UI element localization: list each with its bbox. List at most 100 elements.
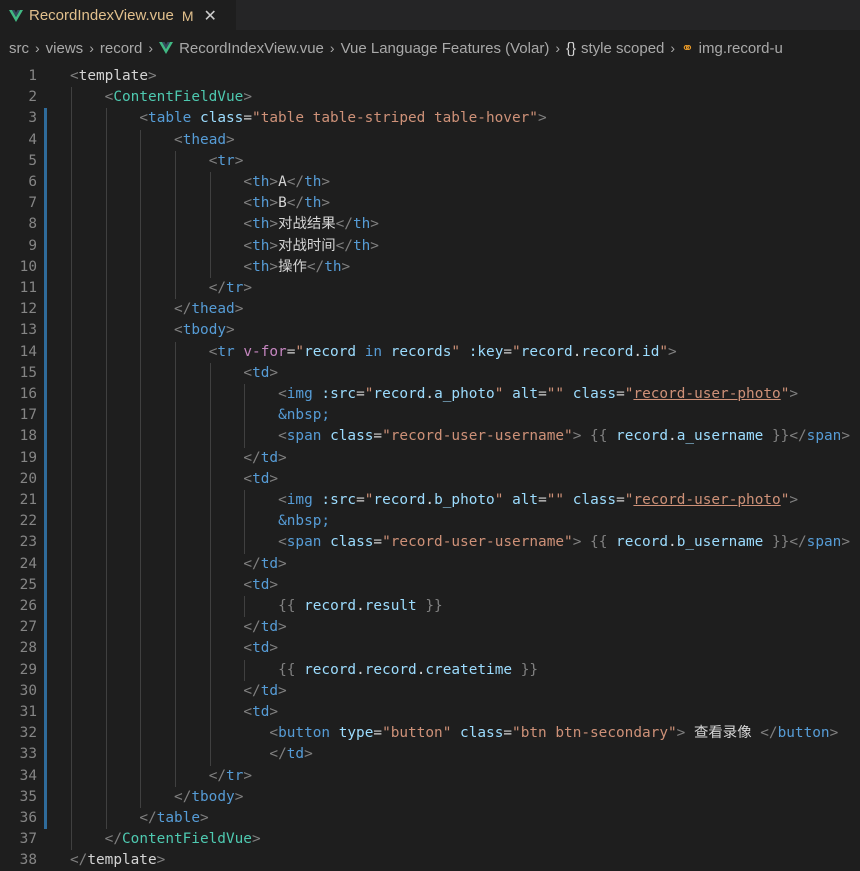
indent-guide (71, 362, 72, 384)
indent-guide (71, 786, 72, 808)
indent-guide (105, 511, 107, 533)
indent-guide (175, 150, 177, 172)
code-editor[interactable]: 1 <template> 2 <ContentFieldVue> 3 <table cla… (0, 66, 860, 868)
indent-guide (105, 299, 107, 321)
indent-guide (71, 617, 72, 639)
code-line[interactable]: 21 <img :src="record.b_photo" alt="" clas… (0, 490, 860, 512)
indent-guide (175, 235, 177, 257)
indent-guide (175, 256, 177, 278)
breadcrumb-item[interactable]: img.record-u (699, 40, 783, 57)
code-line[interactable]: 17 &nbsp; (0, 405, 860, 427)
indent-guide (140, 320, 142, 342)
line-number: 1 (28, 68, 37, 84)
indent-guide (71, 596, 72, 618)
indent-guide (209, 723, 211, 745)
code-line[interactable]: 32 <button type="button" class="btn btn-s… (0, 723, 860, 745)
code-line[interactable]: 23 <span class="record-user-username"> {{… (0, 532, 860, 554)
indent-guide (209, 384, 211, 406)
code-line[interactable]: 26 {{ record.result }} (0, 596, 860, 618)
code-line[interactable]: 5 <tr> (0, 150, 860, 172)
code-line[interactable]: 29 {{ record.record.createtime }} (0, 659, 860, 681)
code-line[interactable]: 8 <th>对战结果</th> (0, 214, 860, 236)
indent-guide (175, 659, 177, 681)
indent-guide (140, 235, 142, 257)
indent-guide (105, 596, 107, 618)
breadcrumb-item[interactable]: record (100, 40, 143, 57)
line-number: 30 (19, 682, 37, 699)
indent-guide (140, 638, 142, 660)
indent-guide (71, 278, 72, 300)
code-line[interactable]: 14 <tr v-for="record in records" :key="re… (0, 341, 860, 363)
indent-guide (209, 214, 211, 236)
indent-guide (209, 680, 211, 702)
code-text: <img :src="record.b_photo" alt="" class=… (278, 492, 799, 508)
code-line[interactable]: 19 </td> (0, 447, 860, 469)
code-line[interactable]: 3 <table class="table table-striped table… (0, 108, 860, 130)
indent-guide (71, 765, 72, 787)
code-line[interactable]: 22 &nbsp; (0, 511, 860, 533)
code-line[interactable]: 16 <img :src="record.a_photo" alt="" clas… (0, 384, 860, 406)
indent-guide (244, 405, 246, 427)
line-number: 36 (19, 810, 37, 826)
chevron-right-icon: › (35, 40, 40, 56)
indent-guide (71, 405, 72, 427)
breadcrumb-item[interactable]: Vue Language Features (Volar) (341, 40, 550, 57)
code-line[interactable]: 30 </td> (0, 680, 860, 702)
line-number: 35 (19, 788, 37, 805)
code-line[interactable]: 11 </tr> (0, 278, 860, 300)
code-line[interactable]: 15 <td> (0, 362, 860, 384)
code-line[interactable]: 27 </td> (0, 617, 860, 639)
code-text: <th>B</th> (243, 195, 331, 212)
indent-guide (105, 532, 107, 554)
braces-icon: {} (565, 39, 577, 57)
line-number: 10 (19, 258, 37, 275)
indent-guide (209, 596, 211, 618)
code-line[interactable]: 20 <td> (0, 468, 860, 490)
indent-guide (105, 193, 107, 215)
code-line[interactable]: 2 <ContentFieldVue> (0, 87, 860, 109)
indent-guide (140, 617, 142, 639)
indent-guide (105, 574, 107, 596)
code-line[interactable]: 36 </table> (0, 808, 860, 830)
breadcrumb-item[interactable]: src (9, 40, 29, 57)
selector-icon: ⚭ (681, 40, 694, 57)
indent-guide (105, 786, 107, 808)
code-line[interactable]: 31 <td> (0, 702, 860, 724)
close-icon[interactable]: ✕ (204, 6, 217, 26)
indent-guide (209, 426, 211, 448)
breadcrumb-item[interactable]: style scoped (581, 40, 664, 57)
indent-guide (71, 574, 72, 596)
code-text: <td> (243, 640, 279, 657)
line-number: 19 (19, 449, 37, 466)
code-line[interactable]: 7 <th>B</th> (0, 193, 860, 215)
code-line[interactable]: 10 <th>操作</th> (0, 256, 860, 278)
breadcrumb-item[interactable]: RecordIndexView.vue (179, 40, 324, 57)
code-line[interactable]: 12 </thead> (0, 299, 860, 321)
indent-guide (105, 744, 107, 766)
indent-guide (140, 786, 142, 808)
line-number: 34 (19, 767, 37, 784)
code-line[interactable]: 1 <template> (0, 66, 860, 87)
code-line[interactable]: 13 <tbody> (0, 320, 860, 342)
code-line[interactable]: 6 <th>A</th> (0, 172, 860, 194)
code-line[interactable]: 37 </ContentFieldVue> (0, 829, 860, 851)
indent-guide (71, 468, 72, 490)
code-text: </td> (243, 449, 287, 466)
code-line[interactable]: 4 <thead> (0, 129, 860, 151)
code-line[interactable]: 9 <th>对战时间</th> (0, 235, 860, 257)
indent-guide (175, 574, 177, 596)
code-line[interactable]: 24 </td> (0, 553, 860, 575)
code-line[interactable]: 34 </tr> (0, 765, 860, 787)
tab-record-index-view[interactable]: RecordIndexView.vue M ✕ (0, 0, 236, 30)
breadcrumb-item[interactable]: views (46, 40, 84, 57)
code-line[interactable]: 35 </tbody> (0, 786, 860, 808)
code-text: <img :src="record.a_photo" alt="" class=… (278, 386, 799, 402)
indent-guide (209, 553, 211, 575)
code-text: </td> (243, 555, 287, 572)
code-text: <table class="table table-striped table-… (139, 110, 547, 127)
code-line[interactable]: 33 </td> (0, 744, 860, 766)
code-line[interactable]: 18 <span class="record-user-username"> {{… (0, 426, 860, 448)
code-line[interactable]: 25 <td> (0, 574, 860, 596)
code-line[interactable]: 28 <td> (0, 638, 860, 660)
indent-guide (140, 384, 142, 406)
